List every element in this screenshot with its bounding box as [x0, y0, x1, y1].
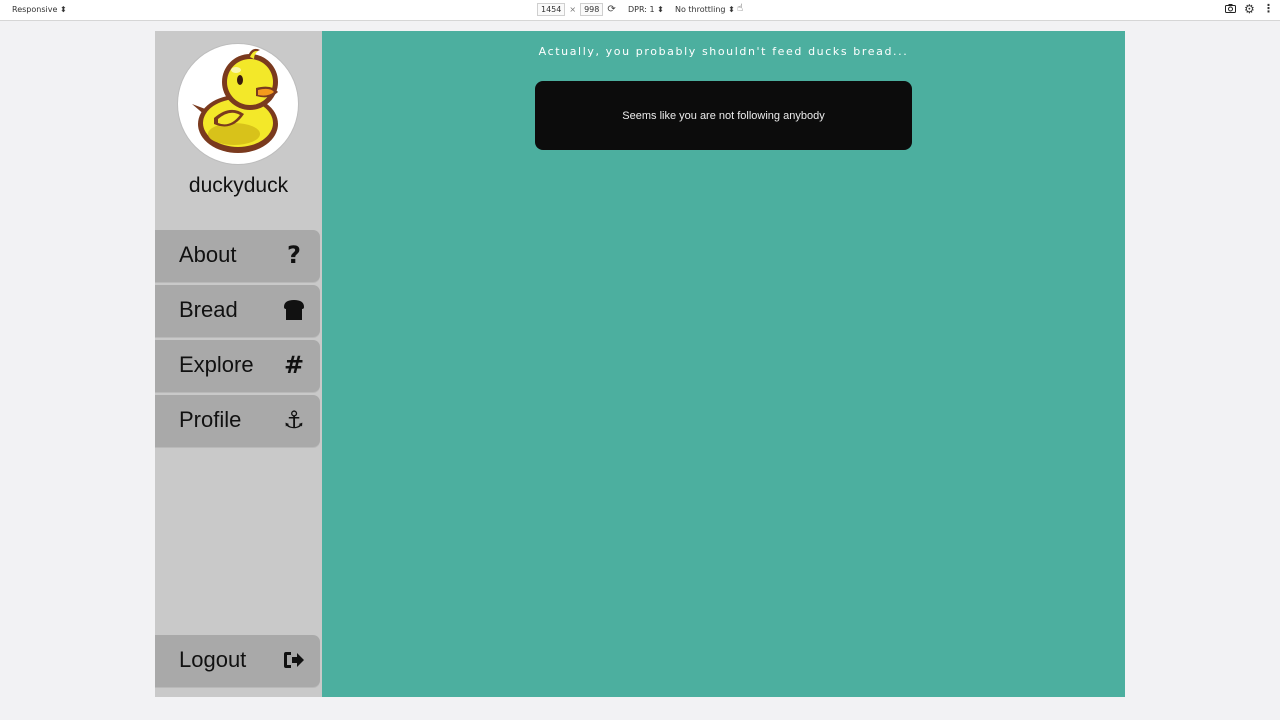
- nav-item-label: Profile: [179, 407, 242, 432]
- more-options-icon[interactable]: ⋮: [1263, 2, 1274, 15]
- logout-icon: [282, 647, 306, 673]
- bread-icon: [282, 297, 306, 323]
- anchor-icon: ⚓: [283, 406, 305, 434]
- rotate-icon[interactable]: ⟳: [607, 4, 615, 15]
- throttle-label: No throttling: [675, 5, 726, 14]
- logout-label: Logout: [179, 647, 247, 672]
- nav-item-label: Bread: [179, 297, 238, 322]
- nav-item-bread[interactable]: Bread: [155, 285, 320, 337]
- logout-button[interactable]: Logout: [155, 635, 320, 687]
- empty-feed-notice: Seems like you are not following anybody: [535, 81, 912, 150]
- gear-icon[interactable]: ⚙: [1244, 2, 1255, 16]
- select-arrow-icon: ⬍: [59, 5, 67, 14]
- nav-item-about[interactable]: About ?: [155, 230, 320, 282]
- page-viewport: duckyduck About ? Bread Explore # Profil…: [155, 31, 1125, 697]
- page-title: Actually, you probably shouldn't feed du…: [538, 45, 909, 58]
- device-select[interactable]: Responsive ⬍: [12, 5, 67, 14]
- sidebar: duckyduck About ? Bread Explore # Profil…: [155, 31, 322, 697]
- dpr-label: DPR: 1: [628, 5, 655, 14]
- avatar[interactable]: [178, 44, 298, 164]
- empty-feed-message: Seems like you are not following anybody: [622, 109, 825, 122]
- height-input[interactable]: 998: [580, 3, 604, 16]
- devtools-toolbar: Responsive ⬍ 1454 × 998 ⟳ DPR: 1 ⬍ No th…: [0, 0, 1280, 21]
- dpr-select[interactable]: DPR: 1 ⬍: [628, 5, 664, 14]
- select-arrow-icon: ⬍: [728, 5, 735, 14]
- touch-icon[interactable]: ☝: [737, 3, 743, 14]
- select-arrow-icon: ⬍: [657, 5, 664, 14]
- username: duckyduck: [188, 174, 289, 197]
- dimension-separator: ×: [569, 5, 577, 14]
- width-input[interactable]: 1454: [537, 3, 566, 16]
- throttle-select[interactable]: No throttling ⬍: [675, 5, 735, 14]
- nav-item-explore[interactable]: Explore #: [155, 340, 320, 392]
- nav-item-label: About: [179, 242, 237, 267]
- question-mark-icon: ?: [287, 241, 301, 269]
- nav-item-profile[interactable]: Profile ⚓: [155, 395, 320, 447]
- dimensions-group: 1454 × 998 ⟳: [537, 3, 616, 16]
- nav-item-label: Explore: [179, 352, 254, 377]
- duck-avatar-icon: [192, 48, 278, 153]
- hashtag-icon: #: [283, 351, 305, 379]
- device-select-label: Responsive: [12, 5, 58, 14]
- camera-icon[interactable]: [1225, 3, 1236, 16]
